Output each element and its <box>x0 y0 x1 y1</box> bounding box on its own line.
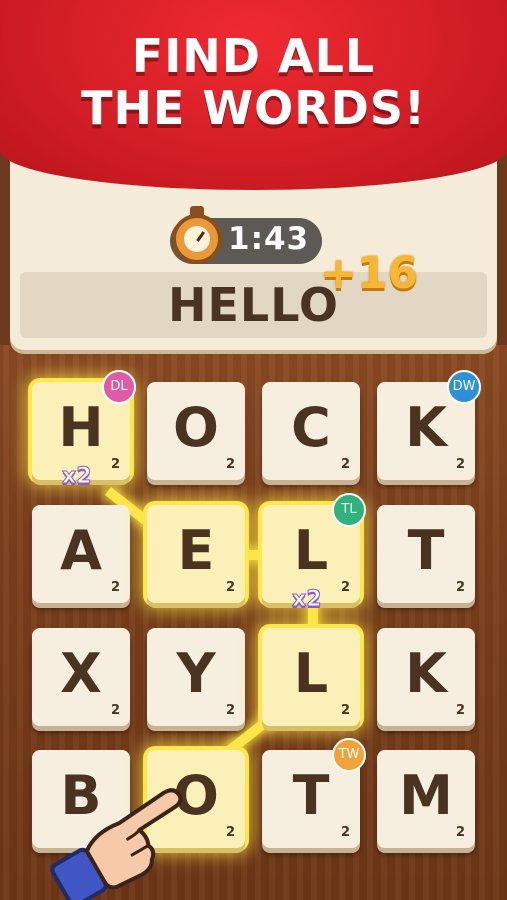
letter-tile[interactable]: C2 <box>262 382 360 480</box>
tile-letter: O <box>173 396 219 459</box>
score-popup: +16 <box>320 248 419 299</box>
letter-tile[interactable]: E2 <box>147 505 245 603</box>
tile-points: 2 <box>225 580 235 595</box>
tile-points: 2 <box>110 703 120 718</box>
tile-points: 2 <box>225 703 235 718</box>
tile-letter: L <box>293 642 329 705</box>
title-line-1: FIND ALL <box>131 29 376 83</box>
tile-letter: L <box>293 519 329 582</box>
tile-points: 2 <box>455 825 465 840</box>
tile-letter: M <box>399 764 453 827</box>
tile-letter: A <box>60 519 102 582</box>
timer-value: 1:43 <box>228 221 310 257</box>
bonus-badge-dw: DW <box>447 370 481 404</box>
multiplier-label: x2 <box>292 587 322 613</box>
tile-points: 2 <box>340 703 350 718</box>
tile-points: 2 <box>110 457 120 472</box>
title-line-2: THE WORDS! <box>81 81 426 135</box>
multiplier-label: x2 <box>62 464 92 490</box>
letter-tile[interactable]: O2 <box>147 382 245 480</box>
tile-points: 2 <box>340 825 350 840</box>
header-title: FIND ALL THE WORDS! <box>0 30 507 134</box>
letter-tile[interactable]: L2 <box>262 628 360 726</box>
tile-letter: X <box>60 642 102 705</box>
pointing-hand-icon <box>50 788 183 900</box>
bonus-badge-tl: TL <box>332 493 366 527</box>
tile-letter: T <box>292 764 330 827</box>
tile-points: 2 <box>455 457 465 472</box>
tile-points: 2 <box>110 580 120 595</box>
letter-tile[interactable]: T2 <box>377 505 475 603</box>
letter-tile[interactable]: M2 <box>377 750 475 848</box>
tile-points: 2 <box>455 580 465 595</box>
letter-tile[interactable]: A2 <box>32 505 130 603</box>
tile-letter: K <box>405 396 447 459</box>
letter-tile[interactable]: X2 <box>32 628 130 726</box>
tile-letter: Y <box>176 642 216 705</box>
bonus-badge-tw: TW <box>332 738 366 772</box>
tile-letter: T <box>407 519 445 582</box>
letter-tile[interactable]: Y2 <box>147 628 245 726</box>
stopwatch-icon <box>172 214 222 264</box>
tile-letter: E <box>177 519 215 582</box>
tile-points: 2 <box>225 457 235 472</box>
bonus-badge-dl: DL <box>102 370 136 404</box>
tile-points: 2 <box>340 580 350 595</box>
tile-points: 2 <box>455 703 465 718</box>
tile-points: 2 <box>225 825 235 840</box>
letter-tile[interactable]: K2 <box>377 628 475 726</box>
current-word: HELLO <box>167 278 339 332</box>
tile-letter: K <box>405 642 447 705</box>
tile-letter: C <box>291 396 331 459</box>
tile-points: 2 <box>340 457 350 472</box>
tile-letter: H <box>58 396 104 459</box>
